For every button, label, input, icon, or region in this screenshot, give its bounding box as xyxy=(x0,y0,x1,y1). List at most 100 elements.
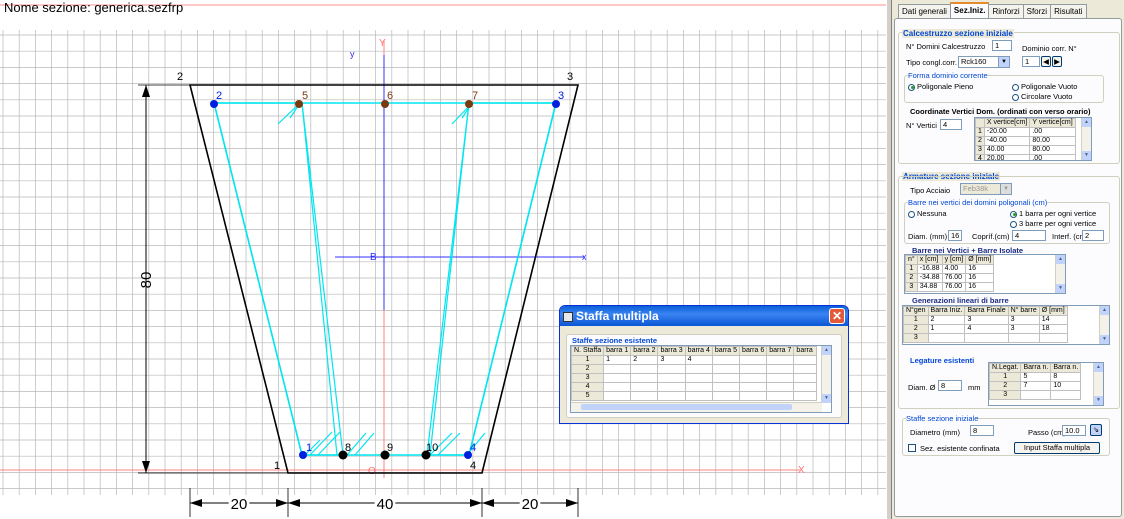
close-button[interactable]: ✕ xyxy=(829,308,845,324)
table-cell[interactable]: 80.00 xyxy=(1029,136,1076,146)
table-cell[interactable] xyxy=(793,355,818,365)
table-cell[interactable] xyxy=(766,355,795,365)
table-cell[interactable]: 34.88 xyxy=(916,282,943,292)
ties-table[interactable]: N.Legat. Barra n. Barra n. 1 5 8 2 7 10 3 xyxy=(989,363,1082,400)
vertex-radio-3-bars[interactable]: 3 barre per ogni vertice xyxy=(1010,219,1096,228)
interf-input[interactable]: 2 xyxy=(1082,230,1104,241)
table-cell[interactable]: 3 xyxy=(1007,315,1040,325)
table-cell[interactable] xyxy=(766,391,795,401)
table-row[interactable]: 2 1 4 3 18 xyxy=(903,324,1068,334)
table-cell[interactable] xyxy=(739,391,768,401)
table-cell[interactable]: 80.00 xyxy=(1029,145,1076,155)
table-row[interactable]: 11234 xyxy=(571,355,818,365)
table-cell[interactable] xyxy=(927,333,966,343)
column-header[interactable]: N. Staffa xyxy=(571,346,605,356)
column-header[interactable]: Barra n. xyxy=(1020,363,1052,373)
column-header[interactable]: N.Legat. xyxy=(989,363,1022,373)
column-header[interactable]: N° barre xyxy=(1007,306,1040,316)
column-header[interactable]: n° xyxy=(905,255,918,265)
column-header[interactable]: barra 1 xyxy=(603,346,632,356)
table-cell[interactable]: 3 xyxy=(905,282,918,292)
table-cell[interactable] xyxy=(657,373,686,383)
table-cell[interactable]: 16 xyxy=(965,273,995,283)
table-cell[interactable] xyxy=(766,373,795,383)
dialog-hscroll[interactable] xyxy=(571,402,822,412)
table-cell[interactable]: 2 xyxy=(975,136,985,146)
input-staffa-multipla-button[interactable]: Input Staffa multipla xyxy=(1014,442,1100,454)
column-header[interactable]: Ø [mm] xyxy=(1038,306,1068,316)
table-cell[interactable]: 2 xyxy=(927,315,966,325)
column-header[interactable]: Barra Finale xyxy=(964,306,1009,316)
section-drawing[interactable]: YyXxOB12 3412 345 6 78 9 108020 40 20 xyxy=(0,0,886,519)
table-row[interactable]: 4 20.00.00 xyxy=(975,154,1076,160)
table-cell[interactable] xyxy=(657,391,686,401)
table-cell[interactable] xyxy=(684,364,713,374)
table-cell[interactable] xyxy=(711,355,741,365)
table-cell[interactable] xyxy=(1050,390,1082,400)
table-cell[interactable] xyxy=(739,382,768,392)
table-row[interactable]: 2 -40.00 80.00 xyxy=(975,136,1076,146)
table-cell[interactable]: 3 xyxy=(975,145,985,155)
column-header[interactable]: x [cm] xyxy=(916,255,943,265)
gen-table[interactable]: N°gen Barra Iniz. Barra Finale N° barre Ø [m… xyxy=(903,306,1068,343)
ties-grid[interactable]: N.Legat. Barra n. Barra n. 1 5 8 2 7 10 3 ▲ ▼ xyxy=(988,362,1104,406)
column-header[interactable]: barra 7 xyxy=(766,346,795,356)
table-cell[interactable]: 1 xyxy=(603,355,632,365)
vertex-radio-nessuna[interactable]: Nessuna xyxy=(908,209,947,218)
stirrups-pitch-input[interactable]: 10.0 xyxy=(1062,425,1086,436)
table-cell[interactable]: 3 xyxy=(657,355,686,365)
tab-sforzi[interactable]: Sforzi xyxy=(1022,4,1052,19)
table-row[interactable]: 1 -16.88 4.00 16 xyxy=(905,264,995,274)
table-cell[interactable] xyxy=(603,364,632,374)
confined-checkbox[interactable] xyxy=(908,444,916,452)
column-header[interactable] xyxy=(975,118,985,128)
table-cell[interactable]: .00 xyxy=(1029,127,1076,137)
steel-select[interactable]: Feb38k ▼ xyxy=(960,183,1012,195)
column-header[interactable]: barra 3 xyxy=(657,346,686,356)
table-cell[interactable]: 4 xyxy=(571,382,605,392)
table-cell[interactable] xyxy=(630,391,659,401)
table-cell[interactable]: 14 xyxy=(1038,315,1068,325)
table-cell[interactable] xyxy=(630,373,659,383)
table-row[interactable]: 1 2 3 3 14 xyxy=(903,315,1068,325)
tab-rinforzi[interactable]: Rinforzi xyxy=(988,4,1024,19)
table-cell[interactable]: 4.00 xyxy=(941,264,967,274)
table-cell[interactable]: 4 xyxy=(964,324,1009,334)
table-cell[interactable] xyxy=(711,364,741,374)
table-cell[interactable]: 10 xyxy=(1050,381,1082,391)
column-header[interactable]: Ø [mm] xyxy=(965,255,995,265)
table-cell[interactable]: 7 xyxy=(1020,381,1052,391)
table-cell[interactable]: 2 xyxy=(630,355,659,365)
stirrups-dialog-grid[interactable]: N. Staffa barra 1 barra 2 barra 3 barra 4 bar… xyxy=(570,345,832,413)
table-cell[interactable]: 18 xyxy=(1038,324,1068,334)
table-row[interactable]: 1 -20.00.00 xyxy=(975,127,1076,137)
table-cell[interactable]: 2 xyxy=(989,381,1022,391)
tab-sez-iniz[interactable]: Sez.Iniz. xyxy=(949,2,990,19)
domain-next-button[interactable]: ▶ xyxy=(1052,56,1062,67)
table-cell[interactable]: 1 xyxy=(571,355,605,365)
n-vertices-input[interactable]: 4 xyxy=(940,119,962,130)
vertices-scrollbar[interactable]: ▲ ▼ xyxy=(1081,118,1091,160)
table-cell[interactable]: 3 xyxy=(989,390,1022,400)
table-row[interactable]: 2 7 10 xyxy=(989,381,1082,391)
table-cell[interactable]: 2 xyxy=(571,364,605,374)
bars-grid[interactable]: n° x [cm] y [cm] Ø [mm] 1 -16.88 4.00 16 2 -34.88… xyxy=(904,254,1066,294)
column-header[interactable]: barra 5 xyxy=(711,346,741,356)
table-row[interactable]: 3 xyxy=(989,390,1082,400)
column-header[interactable]: barra xyxy=(793,346,818,356)
dialog-vscroll[interactable]: ▲ ▼ xyxy=(821,346,831,403)
shape-radio-circ-vuoto[interactable]: Circolare Vuoto xyxy=(1012,92,1072,101)
bars-scrollbar[interactable]: ▲ ▼ xyxy=(1055,255,1065,293)
concrete-type-select[interactable]: Rck160 ▼ xyxy=(958,56,1010,68)
column-header[interactable]: barra 4 xyxy=(684,346,713,356)
cover-input[interactable]: 4 xyxy=(1012,230,1046,241)
table-row[interactable]: 2 xyxy=(571,364,818,374)
table-row[interactable]: 3 34.88 76.00 16 xyxy=(905,282,995,292)
table-cell[interactable]: 2 xyxy=(903,324,929,334)
bars-table[interactable]: n° x [cm] y [cm] Ø [mm] 1 -16.88 4.00 16 2 -34.88… xyxy=(905,255,995,292)
column-header[interactable]: barra 2 xyxy=(630,346,659,356)
dialog-table[interactable]: N. Staffa barra 1 barra 2 barra 3 barra 4 bar… xyxy=(571,346,818,401)
table-cell[interactable]: 3 xyxy=(964,315,1009,325)
table-cell[interactable] xyxy=(793,391,818,401)
table-cell[interactable] xyxy=(684,391,713,401)
